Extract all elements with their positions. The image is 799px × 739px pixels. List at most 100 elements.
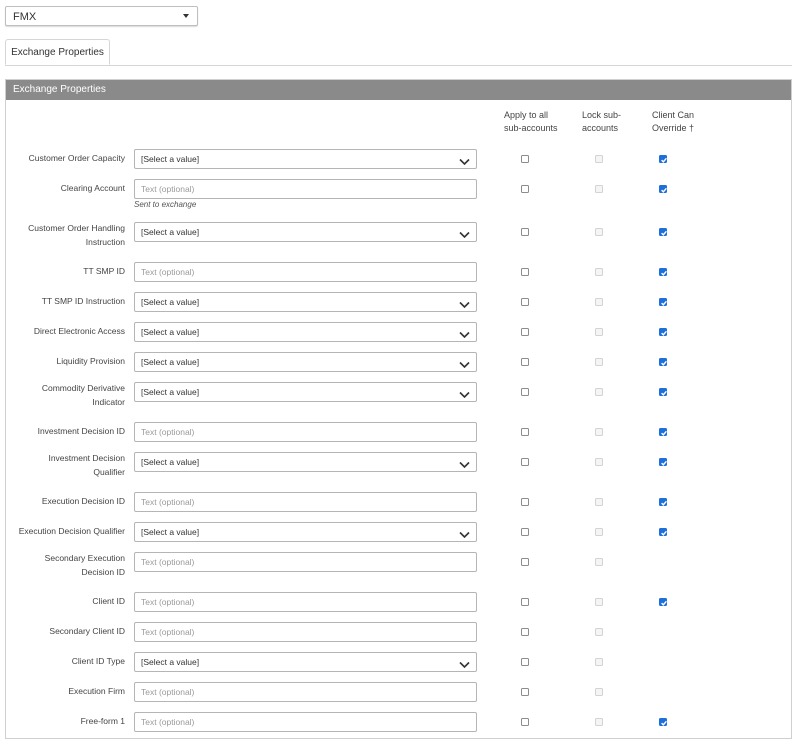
chevron-down-icon bbox=[459, 227, 470, 239]
chevron-down-icon bbox=[459, 297, 470, 309]
apply-to-all-checkbox[interactable] bbox=[521, 458, 529, 466]
lock-sub-accounts-checkbox bbox=[595, 458, 603, 466]
tab-exchange-properties[interactable]: Exchange Properties bbox=[5, 39, 110, 65]
venue-select-value: FMX bbox=[13, 11, 37, 23]
apply-to-all-checkbox[interactable] bbox=[521, 358, 529, 366]
apply-to-all-checkbox[interactable] bbox=[521, 428, 529, 436]
lock-sub-accounts-checkbox bbox=[595, 358, 603, 366]
client-can-override-checkbox[interactable] bbox=[659, 298, 667, 306]
apply-to-all-checkbox[interactable] bbox=[521, 558, 529, 566]
apply-to-all-checkbox[interactable] bbox=[521, 228, 529, 236]
row-label-execution-decision-qualifier: Execution Decision Qualifier bbox=[18, 526, 125, 536]
client-can-override-checkbox[interactable] bbox=[659, 428, 667, 436]
lock-sub-accounts-checkbox bbox=[595, 428, 603, 436]
column-header-lock-sub-accounts: Lock sub- accounts bbox=[582, 110, 622, 133]
exchange-properties-panel: Exchange Properties Apply to all sub-acc… bbox=[5, 79, 792, 739]
client-can-override-checkbox[interactable] bbox=[659, 185, 667, 193]
apply-to-all-checkbox[interactable] bbox=[521, 388, 529, 396]
row-label-client-id-type: Client ID Type bbox=[71, 656, 125, 666]
apply-to-all-checkbox[interactable] bbox=[521, 628, 529, 636]
row-label-execution-decision-id: Execution Decision ID bbox=[41, 496, 125, 506]
secondary-execution-decision-id-input[interactable]: Text (optional) bbox=[134, 552, 477, 572]
apply-to-all-checkbox[interactable] bbox=[521, 328, 529, 336]
client-can-override-checkbox[interactable] bbox=[659, 718, 667, 726]
lock-sub-accounts-checkbox bbox=[595, 185, 603, 193]
tt-smp-id-instruction-select[interactable]: [Select a value] bbox=[134, 292, 477, 312]
column-header-client-can-override: Client Can Override † bbox=[652, 110, 695, 133]
chevron-down-icon bbox=[459, 387, 470, 399]
apply-to-all-checkbox[interactable] bbox=[521, 688, 529, 696]
investment-decision-id-input[interactable]: Text (optional) bbox=[134, 422, 477, 442]
lock-sub-accounts-checkbox bbox=[595, 718, 603, 726]
row-label-customer-order-handling-instruction: Customer Order Handling Instruction bbox=[28, 223, 125, 247]
execution-decision-qualifier-select[interactable]: [Select a value] bbox=[134, 522, 477, 542]
apply-to-all-checkbox[interactable] bbox=[521, 658, 529, 666]
row-label-direct-electronic-access: Direct Electronic Access bbox=[33, 326, 125, 336]
free-form-1-input[interactable]: Text (optional) bbox=[134, 712, 477, 732]
apply-to-all-checkbox[interactable] bbox=[521, 498, 529, 506]
clearing-account-input[interactable]: Text (optional) bbox=[134, 179, 477, 199]
row-label-client-id: Client ID bbox=[92, 596, 125, 606]
row-label-clearing-account: Clearing Account bbox=[60, 183, 125, 193]
lock-sub-accounts-checkbox bbox=[595, 155, 603, 163]
client-can-override-checkbox[interactable] bbox=[659, 358, 667, 366]
client-can-override-checkbox[interactable] bbox=[659, 228, 667, 236]
client-id-type-select[interactable]: [Select a value] bbox=[134, 652, 477, 672]
client-can-override-checkbox[interactable] bbox=[659, 268, 667, 276]
execution-decision-id-input[interactable]: Text (optional) bbox=[134, 492, 477, 512]
client-can-override-checkbox[interactable] bbox=[659, 598, 667, 606]
tab-strip: Exchange Properties bbox=[5, 39, 792, 66]
execution-firm-input[interactable]: Text (optional) bbox=[134, 682, 477, 702]
chevron-down-icon bbox=[459, 657, 470, 669]
client-can-override-checkbox[interactable] bbox=[659, 388, 667, 396]
lock-sub-accounts-checkbox bbox=[595, 498, 603, 506]
field-hint: Sent to exchange bbox=[134, 200, 197, 209]
customer-order-capacity-select[interactable]: [Select a value] bbox=[134, 149, 477, 169]
row-label-free-form-1: Free-form 1 bbox=[80, 716, 125, 726]
apply-to-all-checkbox[interactable] bbox=[521, 155, 529, 163]
lock-sub-accounts-checkbox bbox=[595, 268, 603, 276]
lock-sub-accounts-checkbox bbox=[595, 298, 603, 306]
liquidity-provision-select[interactable]: [Select a value] bbox=[134, 352, 477, 372]
row-label-investment-decision-qualifier: Investment Decision Qualifier bbox=[48, 453, 125, 477]
customer-order-handling-instruction-select[interactable]: [Select a value] bbox=[134, 222, 477, 242]
investment-decision-qualifier-select[interactable]: [Select a value] bbox=[134, 452, 477, 472]
lock-sub-accounts-checkbox bbox=[595, 528, 603, 536]
lock-sub-accounts-checkbox bbox=[595, 328, 603, 336]
row-label-commodity-derivative-indicator: Commodity Derivative Indicator bbox=[41, 383, 125, 407]
client-can-override-checkbox[interactable] bbox=[659, 528, 667, 536]
apply-to-all-checkbox[interactable] bbox=[521, 298, 529, 306]
tt-smp-id-input[interactable]: Text (optional) bbox=[134, 262, 477, 282]
chevron-down-icon bbox=[459, 357, 470, 369]
row-label-customer-order-capacity: Customer Order Capacity bbox=[28, 153, 125, 163]
client-can-override-checkbox[interactable] bbox=[659, 458, 667, 466]
apply-to-all-checkbox[interactable] bbox=[521, 598, 529, 606]
row-label-execution-firm: Execution Firm bbox=[68, 686, 125, 696]
caret-down-icon bbox=[183, 14, 189, 18]
lock-sub-accounts-checkbox bbox=[595, 628, 603, 636]
chevron-down-icon bbox=[459, 527, 470, 539]
apply-to-all-checkbox[interactable] bbox=[521, 185, 529, 193]
venue-select[interactable]: FMX bbox=[5, 6, 198, 26]
lock-sub-accounts-checkbox bbox=[595, 228, 603, 236]
row-label-liquidity-provision: Liquidity Provision bbox=[56, 356, 125, 366]
lock-sub-accounts-checkbox bbox=[595, 658, 603, 666]
row-label-tt-smp-id: TT SMP ID bbox=[83, 266, 125, 276]
chevron-down-icon bbox=[459, 457, 470, 469]
lock-sub-accounts-checkbox bbox=[595, 598, 603, 606]
client-can-override-checkbox[interactable] bbox=[659, 328, 667, 336]
client-can-override-checkbox[interactable] bbox=[659, 155, 667, 163]
apply-to-all-checkbox[interactable] bbox=[521, 528, 529, 536]
lock-sub-accounts-checkbox bbox=[595, 688, 603, 696]
client-can-override-checkbox[interactable] bbox=[659, 498, 667, 506]
lock-sub-accounts-checkbox bbox=[595, 388, 603, 396]
secondary-client-id-input[interactable]: Text (optional) bbox=[134, 622, 477, 642]
row-label-investment-decision-id: Investment Decision ID bbox=[37, 426, 125, 436]
client-id-input[interactable]: Text (optional) bbox=[134, 592, 477, 612]
direct-electronic-access-select[interactable]: [Select a value] bbox=[134, 322, 477, 342]
apply-to-all-checkbox[interactable] bbox=[521, 718, 529, 726]
row-label-secondary-client-id: Secondary Client ID bbox=[49, 626, 125, 636]
apply-to-all-checkbox[interactable] bbox=[521, 268, 529, 276]
chevron-down-icon bbox=[459, 327, 470, 339]
commodity-derivative-indicator-select[interactable]: [Select a value] bbox=[134, 382, 477, 402]
